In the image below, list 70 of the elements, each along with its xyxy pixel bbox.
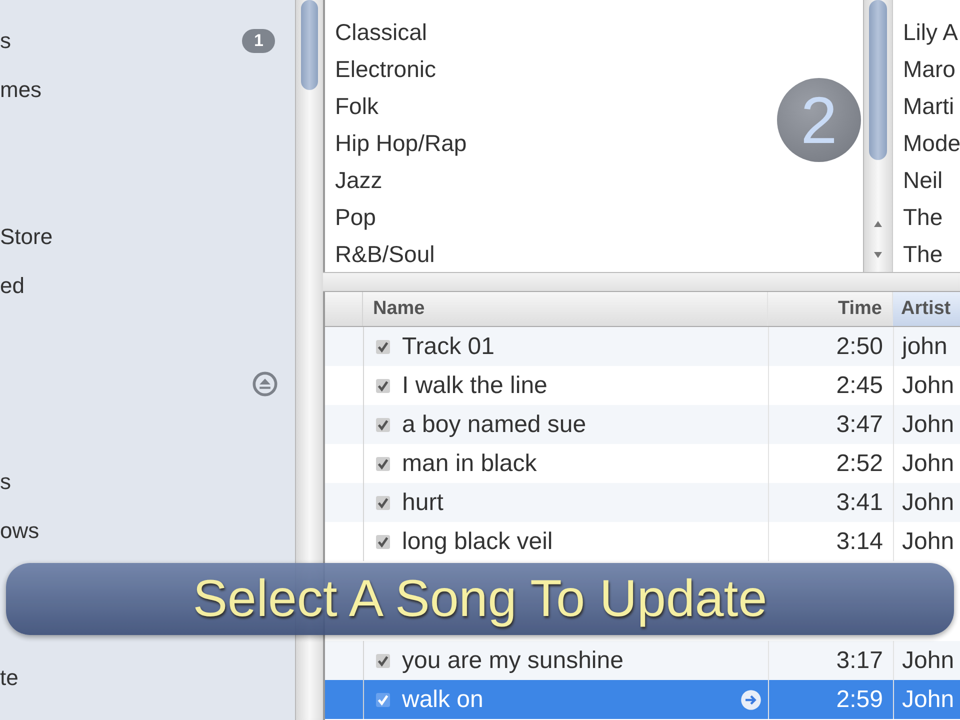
- track-artist: john: [902, 332, 948, 360]
- artist-item[interactable]: Lily A: [903, 14, 958, 51]
- track-name: Track 01: [402, 332, 494, 360]
- track-artist: John: [902, 488, 954, 516]
- track-artist: John: [902, 372, 954, 400]
- sidebar-item[interactable]: Store: [0, 224, 53, 250]
- track-time: 3:41: [836, 488, 883, 516]
- track-row[interactable]: you are my sunshine 3:17 John: [325, 641, 960, 680]
- track-time: 3:14: [836, 528, 883, 556]
- artist-item[interactable]: Neil: [903, 162, 943, 199]
- checkbox[interactable]: [376, 692, 390, 706]
- track-row[interactable]: hurt 3:41 John: [325, 483, 960, 522]
- track-row[interactable]: a boy named sue 3:47 John: [325, 405, 960, 444]
- genre-item[interactable]: Pop: [335, 199, 376, 236]
- track-name: I walk the line: [402, 372, 548, 400]
- track-time: 2:50: [836, 332, 883, 360]
- artist-item[interactable]: Mode: [903, 125, 960, 162]
- scroll-thumb[interactable]: [301, 0, 318, 90]
- checkbox[interactable]: [376, 378, 390, 392]
- track-name: man in black: [402, 450, 537, 478]
- track-time: 2:59: [836, 686, 883, 714]
- track-name: walk on: [402, 686, 484, 714]
- arrow-circle-icon[interactable]: [740, 688, 762, 710]
- track-name: long black veil: [402, 528, 553, 556]
- genre-item[interactable]: R&B/Soul: [335, 236, 435, 273]
- track-time: 3:47: [836, 410, 883, 438]
- track-time: 2:45: [836, 372, 883, 400]
- sidebar-item[interactable]: te: [0, 664, 18, 690]
- column-header[interactable]: Name: [373, 298, 425, 320]
- checkbox[interactable]: [376, 456, 390, 470]
- track-time: 2:52: [836, 450, 883, 478]
- track-artist: John: [902, 528, 954, 556]
- scroll-up-icon[interactable]: [873, 220, 883, 228]
- track-artist: John: [902, 646, 954, 674]
- count-badge: 1: [242, 28, 276, 52]
- artist-item[interactable]: Maro: [903, 51, 956, 88]
- eject-icon[interactable]: [252, 370, 278, 396]
- track-row[interactable]: Track 01 2:50 john: [325, 327, 960, 366]
- track-artist: John: [902, 686, 954, 714]
- track-time: 3:17: [836, 646, 883, 674]
- step-badge: 2: [777, 78, 861, 162]
- checkbox[interactable]: [376, 496, 390, 510]
- genre-item[interactable]: Electronic: [335, 51, 436, 88]
- track-name: a boy named sue: [402, 410, 586, 438]
- caption-text: Select A Song To Update: [192, 569, 768, 629]
- sidebar-item[interactable]: s: [0, 28, 11, 54]
- track-artist: John: [902, 410, 954, 438]
- column-header[interactable]: Time: [838, 298, 882, 320]
- artist-item[interactable]: The: [903, 199, 943, 236]
- genre-item[interactable]: Classical: [335, 14, 428, 51]
- track-name: you are my sunshine: [402, 646, 624, 674]
- track-artist: John: [902, 450, 954, 478]
- genre-item[interactable]: Hip Hop/Rap: [335, 125, 467, 162]
- scroll-thumb[interactable]: [869, 0, 887, 160]
- checkbox[interactable]: [376, 534, 390, 548]
- artist-item[interactable]: The: [903, 236, 943, 272]
- scroll-down-icon[interactable]: [873, 251, 883, 259]
- sidebar-item[interactable]: mes: [0, 76, 42, 102]
- checkbox[interactable]: [376, 654, 390, 668]
- sidebar-item[interactable]: ed: [0, 272, 24, 298]
- track-name: hurt: [402, 488, 444, 516]
- sidebar-item[interactable]: ows: [0, 518, 40, 544]
- track-row[interactable]: walk on 2:59 John: [325, 680, 960, 719]
- checkbox[interactable]: [376, 340, 390, 354]
- checkbox[interactable]: [376, 418, 390, 432]
- sidebar-item[interactable]: s: [0, 468, 11, 494]
- scrollbar[interactable]: [863, 0, 892, 272]
- genre-item[interactable]: Folk: [335, 88, 378, 125]
- artist-item[interactable]: Marti: [903, 88, 954, 125]
- genre-item[interactable]: Jazz: [335, 162, 382, 199]
